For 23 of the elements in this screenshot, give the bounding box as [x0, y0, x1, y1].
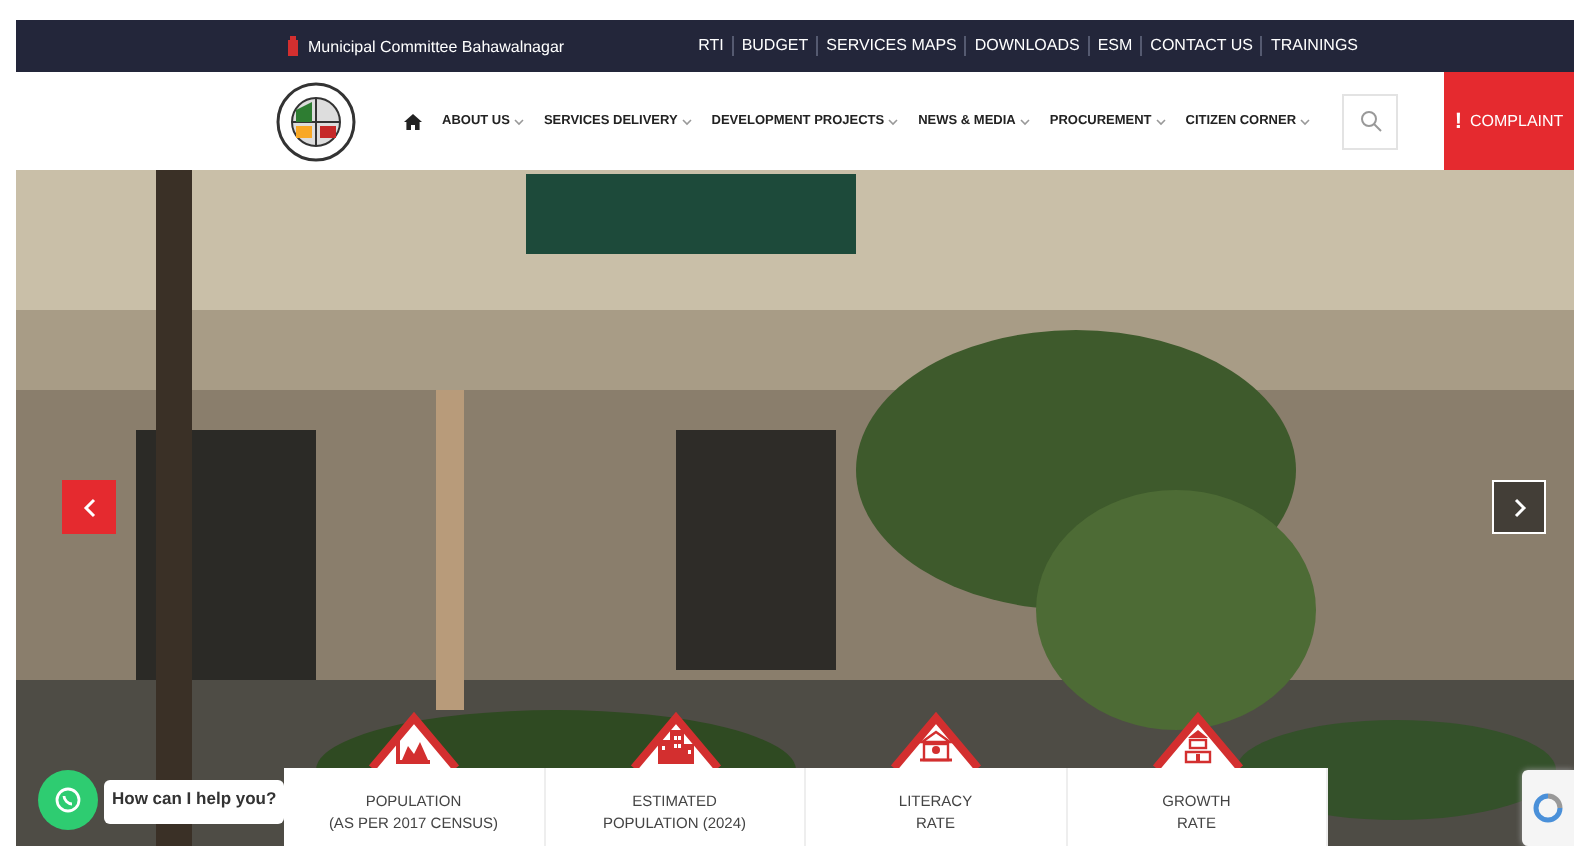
- chat-prompt: How can I help you?: [104, 780, 285, 824]
- tower-icon: [1181, 728, 1214, 764]
- site-name: Municipal Committee Bahawalnagar: [308, 37, 565, 55]
- search-icon: [1359, 110, 1382, 132]
- top-link[interactable]: CONTACT US: [1140, 36, 1261, 56]
- next-slide-button[interactable]: [1492, 480, 1546, 534]
- logo[interactable]: [276, 81, 356, 161]
- buildings-icon: [655, 728, 696, 764]
- emblem-icon: [286, 36, 300, 56]
- complaint-button[interactable]: ! COMPLAINT: [1444, 72, 1574, 170]
- chevron-left-icon: [81, 497, 97, 517]
- search-button[interactable]: [1342, 93, 1399, 149]
- home-icon[interactable]: [404, 113, 422, 129]
- top-link[interactable]: ESM: [1087, 36, 1141, 56]
- chevron-right-icon: [1511, 497, 1527, 517]
- top-link[interactable]: DOWNLOADS: [964, 36, 1088, 56]
- top-link[interactable]: BUDGET: [731, 36, 817, 56]
- school-icon: [918, 728, 955, 764]
- top-link[interactable]: TRAININGS: [1260, 36, 1366, 56]
- top-link[interactable]: RTI: [690, 36, 732, 56]
- recaptcha-icon: [1532, 792, 1564, 824]
- top-link[interactable]: SERVICES MAPS: [816, 36, 965, 56]
- phone-icon: [54, 786, 82, 814]
